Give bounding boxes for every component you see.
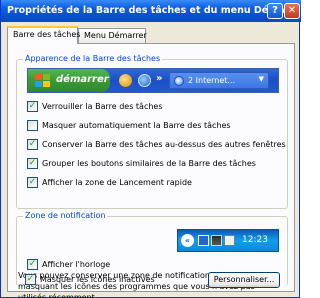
option-label: Grouper les boutons similaires de la Bar… [42,159,256,168]
checkbox-keep-on-top[interactable]: ✓ [27,139,38,150]
show-hidden-icons-chevron-icon: « [181,234,194,247]
option-label: Verrouiller la Barre des tâches [42,102,163,111]
customize-button[interactable]: Personnaliser... [208,272,280,288]
option-label: Masquer les icônes inactives [40,275,155,284]
taskbar-preview: démarrer » 2 Internet... ▼ [27,68,279,93]
checkbox-auto-hide[interactable] [27,120,38,131]
window-title: Propriétés de la Barre des tâches et du … [7,5,301,16]
dropdown-arrow-icon: ▼ [258,75,264,83]
volume-icon [224,235,235,246]
checkbox-lock-taskbar[interactable]: ✓ [27,101,38,112]
quick-launch-icon [119,74,132,87]
option-label: Afficher l'horloge [42,260,111,269]
tab-taskbar[interactable]: Barre des tâches [7,26,80,44]
network-icon [198,235,209,246]
title-bar[interactable]: Propriétés de la Barre des tâches et du … [1,0,301,22]
checkbox-quick-launch[interactable]: ✓ [27,177,38,188]
checkbox-hide-inactive-icons[interactable]: ✓ [25,274,36,285]
monitor-icon [211,235,222,246]
ie-icon [138,74,151,87]
tab-start-menu[interactable]: Menu Démarrer [78,28,147,43]
option-label: Masquer automatiquement la Barre des tâc… [42,121,231,130]
help-button[interactable]: ? [267,3,283,19]
group-label-notification: Zone de notification [23,211,108,220]
windows-logo-icon [35,74,51,88]
tab-panel: Apparence de la Barre des tâches démarre… [7,43,295,298]
close-button[interactable]: ✕ [284,3,300,19]
notification-tray-preview: « 12:23 [177,229,279,252]
checkbox-show-clock[interactable]: ✓ [27,259,38,270]
start-button-preview: démarrer [28,69,110,92]
taskbar-button-preview: 2 Internet... ▼ [169,72,269,89]
tray-clock: 12:23 [242,235,268,245]
group-label-appearance: Apparence de la Barre des tâches [23,54,163,63]
checkbox-group-buttons[interactable]: ✓ [27,158,38,169]
taskbar-button-label: 2 Internet... [188,76,236,85]
properties-dialog: Propriétés de la Barre des tâches et du … [0,0,301,298]
internet-explorer-icon [174,76,184,86]
quick-launch-chevron-icon: » [156,73,163,84]
option-label: Afficher la zone de Lancement rapide [42,178,192,187]
taskbar-appearance-group: Apparence de la Barre des tâches démarre… [16,54,288,209]
option-label: Conserver la Barre des tâches au-dessus … [42,140,286,149]
start-label: démarrer [56,74,109,85]
